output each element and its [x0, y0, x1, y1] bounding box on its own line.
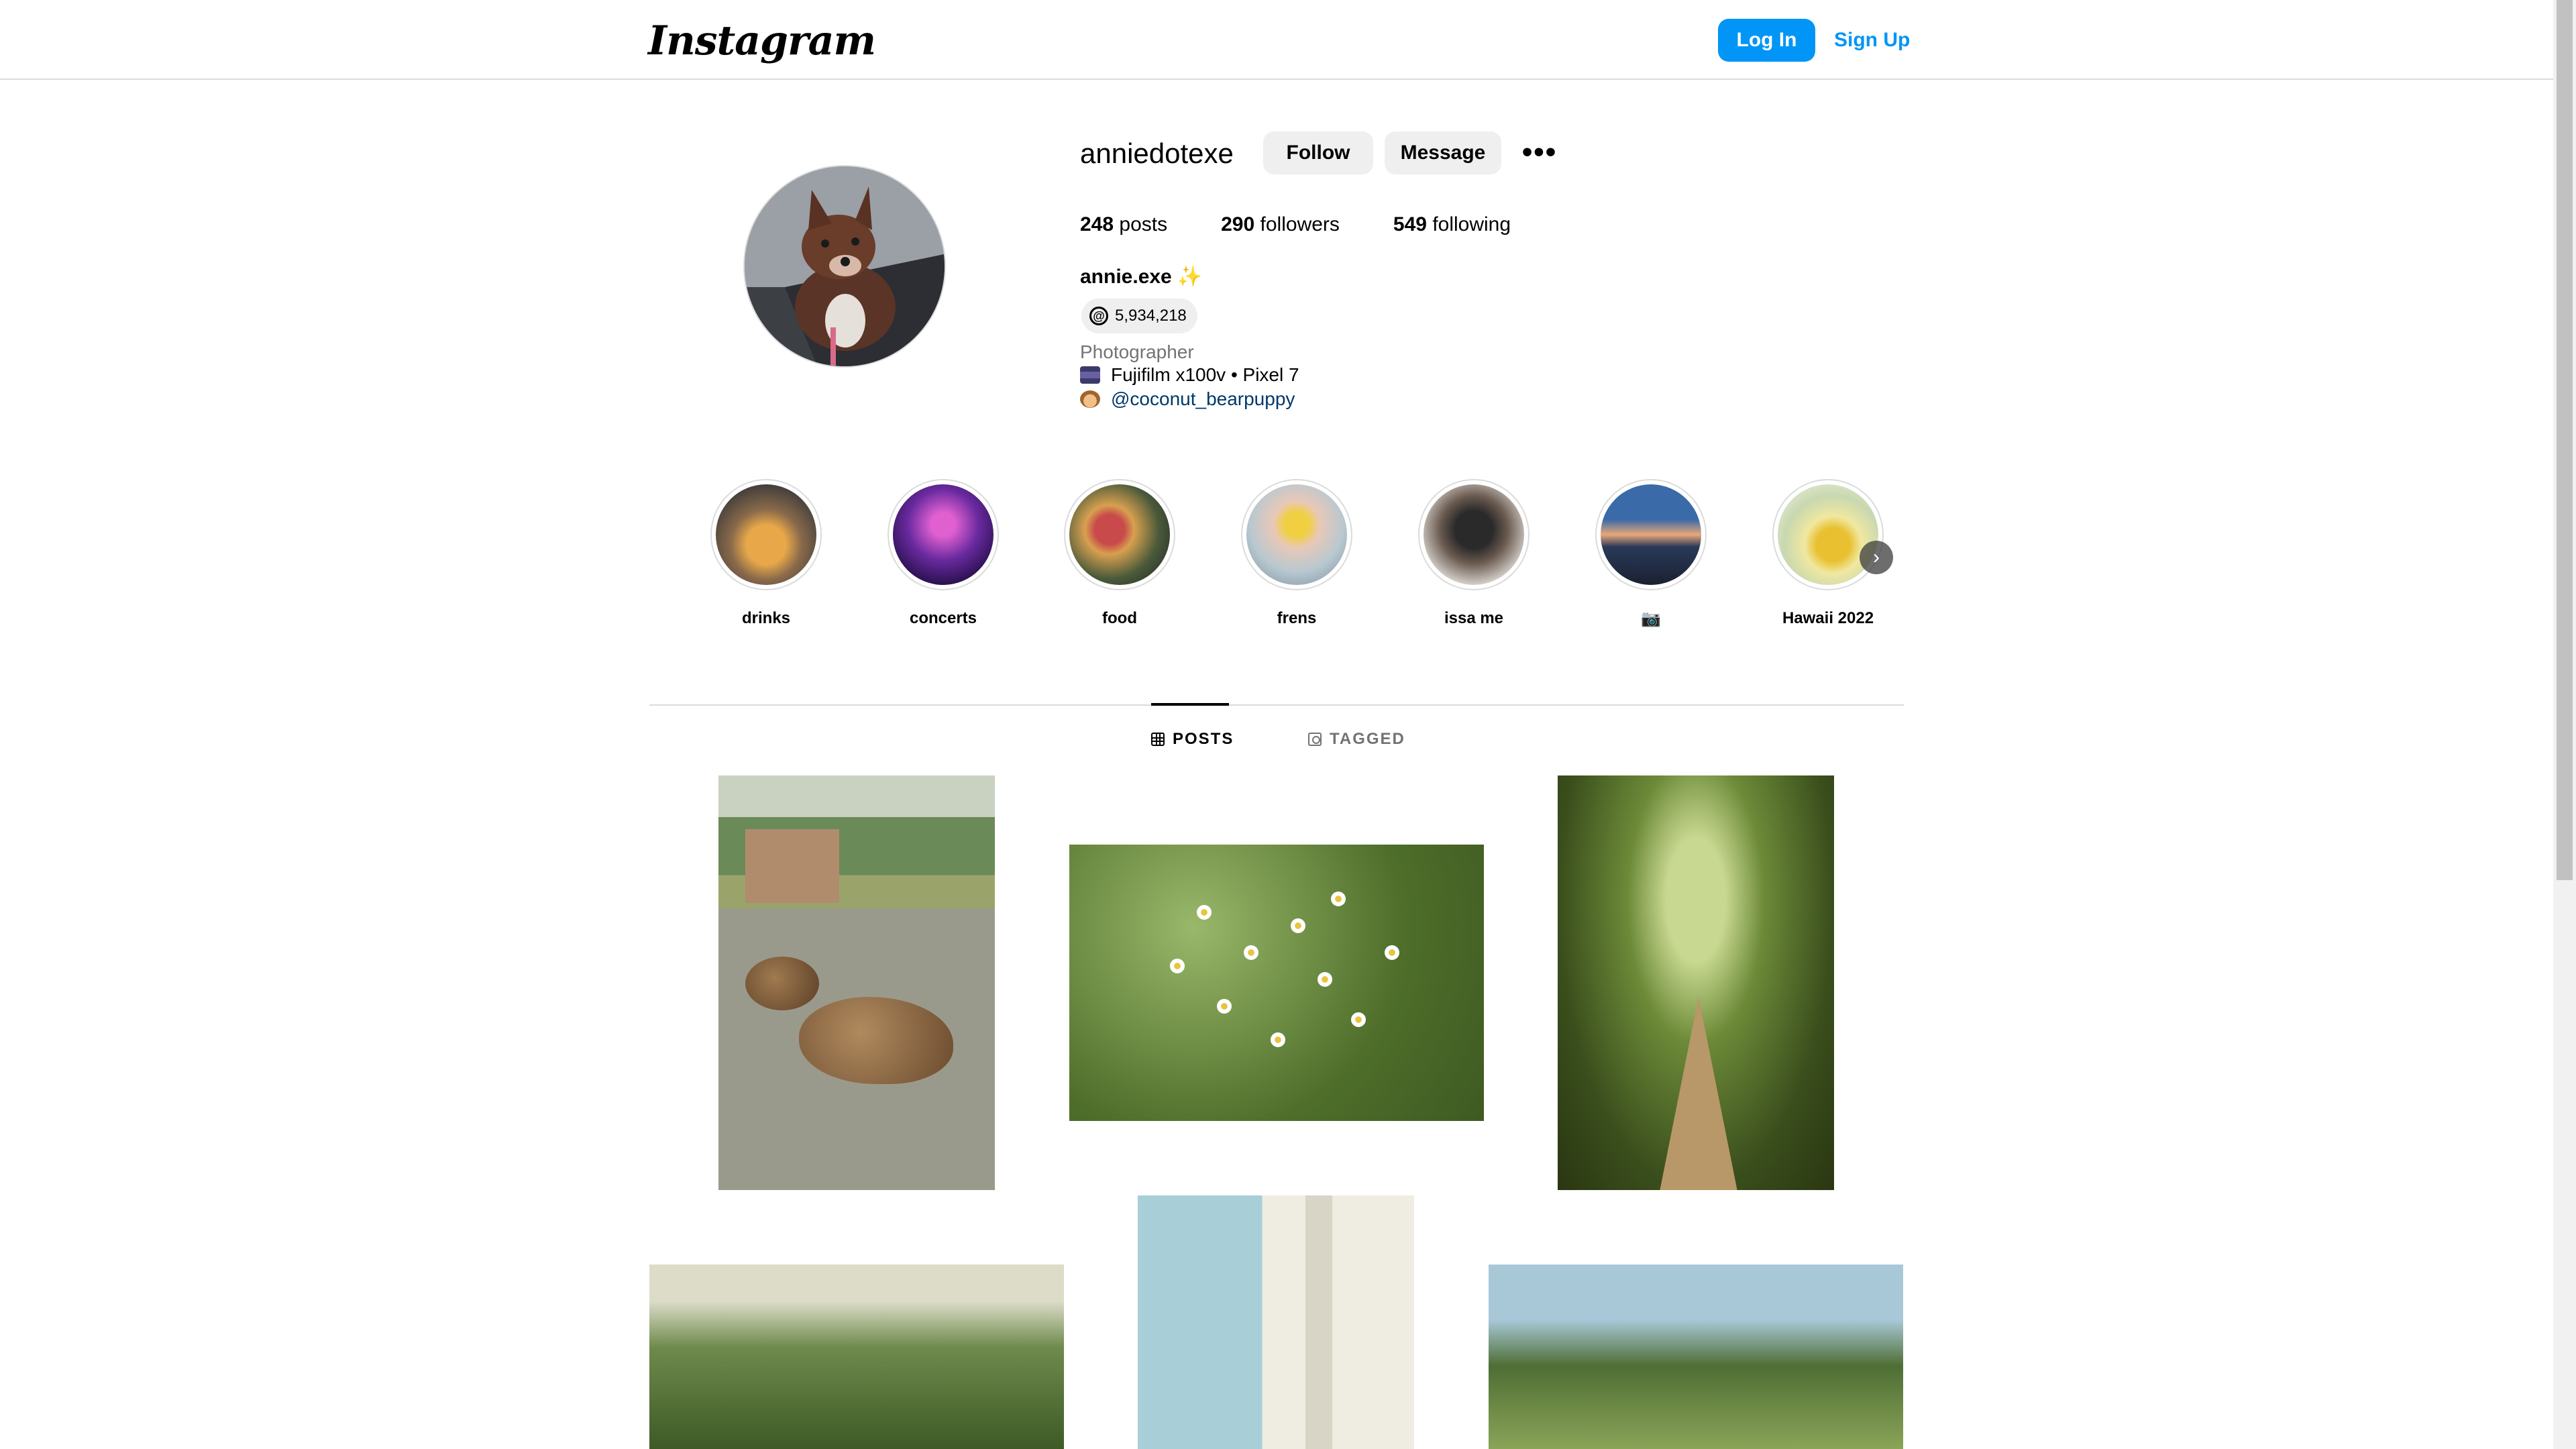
following-count: 549 — [1393, 213, 1427, 235]
login-button[interactable]: Log In — [1718, 19, 1815, 62]
highlight-label: Hawaii 2022 — [1782, 609, 1874, 627]
tabs-divider — [649, 704, 1904, 706]
highlight-camera[interactable]: 📷 — [1594, 479, 1708, 629]
post-building-flowers[interactable] — [1138, 1195, 1414, 1449]
highlight-ring — [710, 479, 822, 590]
profile-full-name: annie.exe ✨ — [1080, 265, 1202, 288]
posts-stat: 248 posts — [1080, 213, 1167, 236]
highlight-cover — [1601, 484, 1701, 585]
full-name-text: annie.exe — [1080, 266, 1172, 288]
profile-category: Photographer — [1080, 341, 1194, 362]
followers-stat-label: followers — [1260, 213, 1340, 235]
chevron-right-icon[interactable]: › — [1860, 541, 1893, 574]
post-misty-trees[interactable] — [649, 1265, 1064, 1449]
active-tab-indicator — [1151, 703, 1229, 706]
post-image-detail — [1271, 1032, 1285, 1047]
profile-avatar[interactable] — [743, 165, 946, 368]
highlight-ring — [1241, 479, 1352, 590]
highlight-label: 📷 — [1641, 610, 1661, 628]
highlight-food[interactable]: food — [1063, 479, 1177, 628]
post-image-detail — [745, 829, 839, 903]
post-park-meadow[interactable] — [1489, 1265, 1903, 1449]
follow-button[interactable]: Follow — [1263, 131, 1373, 174]
tab-posts[interactable]: POSTS — [1151, 730, 1234, 749]
grid-icon — [1151, 733, 1165, 746]
posts-stat-label: posts — [1119, 213, 1168, 235]
highlight-cover — [1069, 484, 1170, 585]
highlight-ring — [1595, 479, 1707, 590]
post-image-detail — [745, 957, 819, 1010]
bio-line-dog: @coconut_bearpuppy — [1080, 388, 1295, 410]
profile-stats: 248 posts 290 followers 549 following — [1080, 213, 1564, 236]
bio-line-camera: Fujifilm x100v • Pixel 7 — [1080, 364, 1299, 386]
tab-tagged[interactable]: TAGGED — [1308, 730, 1405, 749]
post-image-detail — [1351, 1012, 1366, 1027]
highlight-drinks[interactable]: drinks — [709, 479, 823, 628]
followers-stat[interactable]: 290 followers — [1221, 213, 1340, 236]
following-stat[interactable]: 549 following — [1393, 213, 1511, 236]
profile-username: anniedotexe — [1080, 138, 1234, 169]
dog-photo — [745, 166, 945, 366]
post-image-detail — [1385, 945, 1399, 960]
instagram-logo[interactable]: Instagram — [648, 17, 876, 64]
bio-mention-link[interactable]: @coconut_bearpuppy — [1111, 388, 1295, 410]
post-image-detail — [1331, 892, 1346, 906]
post-ducks[interactable] — [718, 775, 995, 1190]
highlight-cover — [1424, 484, 1524, 585]
signup-link[interactable]: Sign Up — [1834, 19, 1910, 62]
sparkle-emoji: ✨ — [1177, 266, 1203, 288]
post-image-detail — [1217, 999, 1232, 1014]
post-image-detail — [1291, 918, 1305, 933]
highlight-frens[interactable]: frens — [1240, 479, 1354, 628]
followers-count: 290 — [1221, 213, 1255, 235]
highlight-cover — [893, 484, 994, 585]
threads-icon: @ — [1089, 307, 1108, 325]
highlight-concerts[interactable]: concerts — [886, 479, 1000, 628]
tag-icon — [1308, 733, 1322, 746]
highlight-ring — [1772, 479, 1884, 590]
posts-count: 248 — [1080, 213, 1114, 235]
post-daisies[interactable] — [1069, 845, 1484, 1121]
highlight-label: concerts — [909, 609, 977, 627]
bio-text: Fujifilm x100v • Pixel 7 — [1111, 364, 1299, 385]
highlight-cover — [1778, 484, 1878, 585]
highlight-ring — [888, 479, 999, 590]
highlight-cover — [1246, 484, 1347, 585]
highlight-label: drinks — [741, 609, 791, 627]
post-image-detail — [1197, 905, 1212, 920]
following-stat-label: following — [1432, 213, 1511, 235]
highlight-cover — [716, 484, 816, 585]
highlight-ring — [1064, 479, 1175, 590]
camera-emoji-icon — [1080, 366, 1100, 384]
message-button[interactable]: Message — [1385, 131, 1501, 174]
more-options-icon[interactable]: ••• — [1522, 136, 1556, 168]
tab-posts-label: POSTS — [1173, 730, 1234, 748]
highlight-label: food — [1102, 609, 1137, 627]
threads-badge[interactable]: @ 5,934,218 — [1081, 299, 1197, 333]
highlight-label: frens — [1277, 609, 1317, 627]
post-image-detail — [1244, 945, 1258, 960]
tab-tagged-label: TAGGED — [1330, 730, 1405, 748]
scrollbar-thumb[interactable] — [2557, 0, 2573, 880]
post-image-detail — [1658, 997, 1739, 1190]
highlight-issa-me[interactable]: issa me — [1417, 479, 1531, 628]
highlight-ring — [1418, 479, 1529, 590]
post-image-detail — [1318, 972, 1332, 987]
top-nav: Instagram Log In Sign Up — [0, 0, 2553, 80]
post-forest-path[interactable] — [1558, 775, 1834, 1190]
threads-count: 5,934,218 — [1115, 307, 1187, 325]
post-image-detail — [1305, 1195, 1332, 1449]
post-image-detail — [799, 997, 953, 1084]
highlight-label: issa me — [1444, 609, 1504, 627]
dog-emoji-icon — [1080, 390, 1100, 408]
post-image-detail — [1170, 959, 1185, 973]
